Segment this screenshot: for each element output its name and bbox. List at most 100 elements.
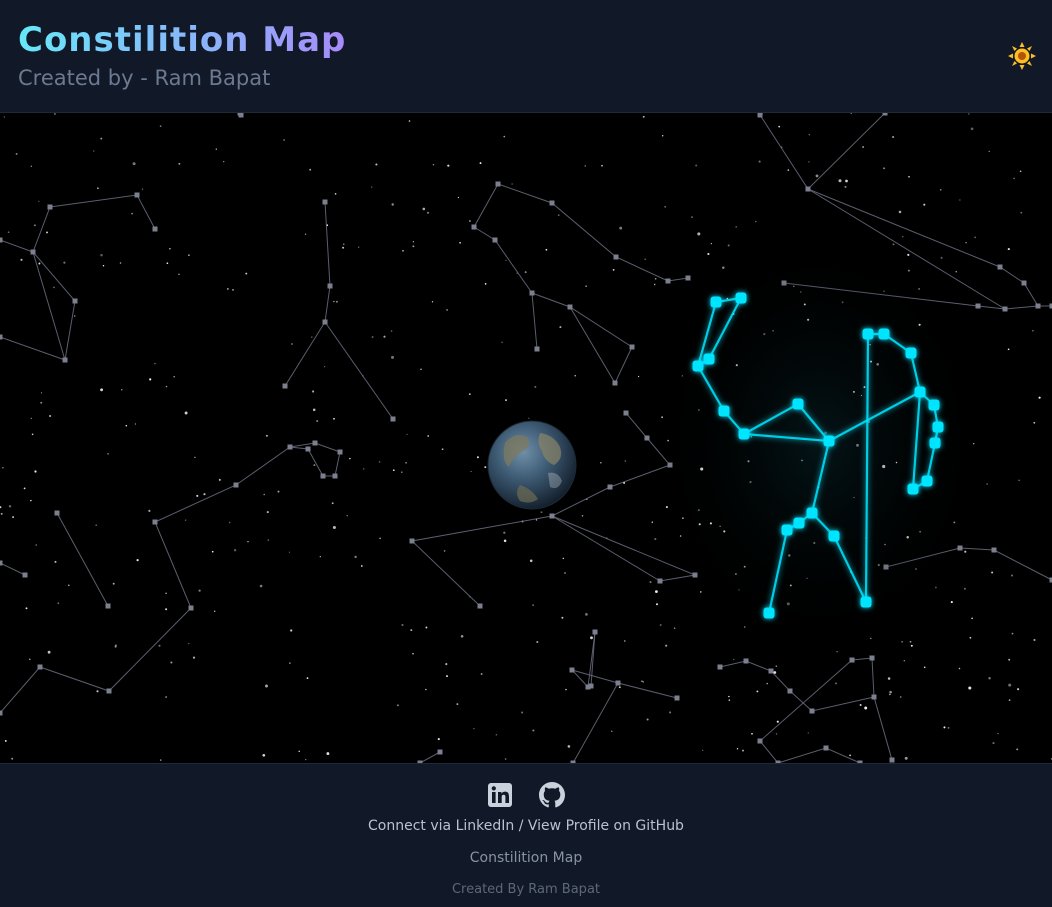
constellation-star[interactable] [882,113,888,116]
constellation-star[interactable] [549,200,555,206]
constellation-star[interactable] [238,113,244,118]
constellation-star[interactable] [337,449,343,455]
constellation-map[interactable] [0,113,1052,763]
linkedin-link[interactable] [487,782,513,808]
constellation-star[interactable] [495,181,501,187]
constellation-star[interactable] [437,749,443,755]
constellation-star[interactable] [1021,280,1027,286]
constellation-star[interactable] [0,710,3,716]
constellation-star[interactable] [805,186,811,192]
highlighted-star[interactable] [735,292,747,304]
theme-toggle-button[interactable] [1007,41,1037,71]
constellation-star[interactable] [529,290,535,296]
star-field[interactable] [0,113,1052,763]
github-link[interactable] [539,782,565,808]
constellation-star[interactable] [823,745,829,751]
constellation-star[interactable] [105,603,111,609]
constellation-star[interactable] [889,757,895,763]
constellation-star[interactable] [322,199,328,205]
constellation-star[interactable] [871,694,877,700]
highlighted-star[interactable] [806,507,818,519]
highlighted-star[interactable] [928,399,940,411]
highlighted-star[interactable] [763,607,775,619]
constellation-star[interactable] [322,319,328,325]
constellation-star[interactable] [549,513,555,519]
constellation-star[interactable] [717,664,723,670]
constellation-star[interactable] [471,224,477,230]
constellation-star[interactable] [588,683,594,689]
highlighted-star[interactable] [914,386,926,398]
highlighted-star[interactable] [793,517,805,529]
constellation-star[interactable] [492,237,498,243]
constellation-star[interactable] [287,444,293,450]
constellation-star[interactable] [615,680,621,686]
highlighted-star[interactable] [710,296,722,308]
constellation-star[interactable] [787,688,793,694]
constellation-star[interactable] [327,283,333,289]
constellation-star[interactable] [37,664,43,670]
highlighted-star[interactable] [929,437,941,449]
constellation-star[interactable] [674,695,680,701]
constellation-star[interactable] [768,668,774,674]
earth-globe[interactable] [487,420,577,510]
constellation-star[interactable] [665,278,671,284]
constellation-star[interactable] [869,655,875,661]
highlighted-star[interactable] [932,421,944,433]
constellation-star[interactable] [282,383,288,389]
constellation-star[interactable] [72,298,78,304]
constellation-star[interactable] [743,658,749,664]
constellation-star[interactable] [409,538,415,544]
constellation-star[interactable] [30,249,36,255]
github-text-link[interactable]: View Profile on GitHub [528,818,684,834]
highlighted-star[interactable] [792,398,804,410]
constellation-star[interactable] [390,416,396,422]
constellation-star[interactable] [607,484,613,490]
highlighted-star[interactable] [878,328,890,340]
constellation-star[interactable] [997,264,1003,270]
constellation-star[interactable] [1002,306,1008,312]
constellation-star[interactable] [0,237,3,243]
constellation-star[interactable] [757,113,763,118]
constellation-star[interactable] [106,688,112,694]
constellation-star[interactable] [134,192,140,198]
constellation-star[interactable] [991,547,997,553]
constellation-star[interactable] [54,510,60,516]
constellation-star[interactable] [152,519,158,525]
constellation-star[interactable] [757,738,763,744]
constellation-star[interactable] [1035,303,1041,309]
constellation-star[interactable] [849,657,855,663]
constellation-star[interactable] [569,667,575,673]
constellation-star[interactable] [152,226,158,232]
constellation-star[interactable] [592,629,598,635]
constellation-star[interactable] [305,446,311,452]
highlighted-star[interactable] [907,483,919,495]
constellation-star[interactable] [629,344,635,350]
highlighted-star[interactable] [905,347,917,359]
constellation-star[interactable] [613,254,619,260]
constellation-star[interactable] [0,560,3,566]
constellation-star[interactable] [644,435,650,441]
highlighted-star[interactable] [738,428,750,440]
constellation-star[interactable] [657,578,663,584]
constellation-star[interactable] [567,304,573,310]
constellation-star[interactable] [809,708,815,714]
constellation-star[interactable] [534,346,540,352]
highlighted-star[interactable] [862,328,874,340]
highlighted-star[interactable] [703,353,715,365]
highlighted-star[interactable] [860,596,872,608]
highlighted-star[interactable] [828,530,840,542]
constellation-star[interactable] [47,204,53,210]
constellation-star[interactable] [612,380,618,386]
linkedin-text-link[interactable]: LinkedIn [456,818,515,834]
constellation-star[interactable] [22,572,28,578]
constellation-star[interactable] [312,440,318,446]
highlighted-star[interactable] [781,524,793,536]
highlighted-star[interactable] [692,360,704,372]
constellation-star[interactable] [320,473,326,479]
constellation-star[interactable] [477,603,483,609]
highlighted-star[interactable] [823,435,835,447]
highlighted-star[interactable] [718,405,730,417]
constellation-star[interactable] [332,473,338,479]
constellation-star[interactable] [623,410,629,416]
constellation-star[interactable] [975,303,981,309]
